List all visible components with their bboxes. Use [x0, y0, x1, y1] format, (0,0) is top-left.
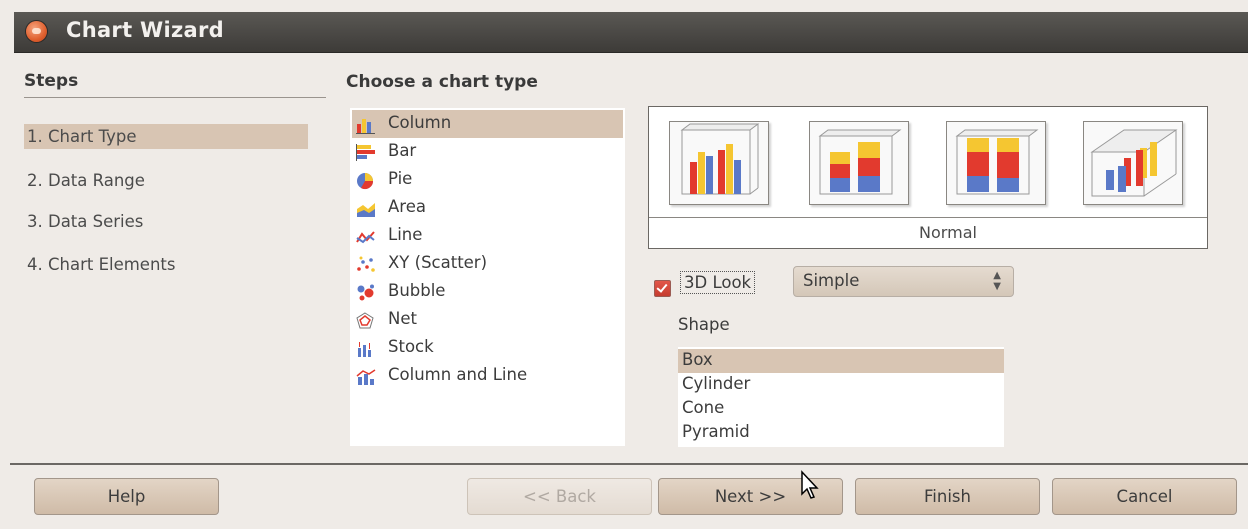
bar-chart-icon: [356, 144, 375, 161]
title-bar: Chart Wizard: [14, 12, 1248, 53]
chart-type-column-and-line[interactable]: Column and Line: [352, 362, 623, 390]
spin-arrows-icon: ▲ ▼: [993, 270, 1001, 292]
help-button[interactable]: Help: [34, 478, 219, 515]
mouse-cursor-icon: [801, 470, 819, 499]
variant-percent-stacked[interactable]: [946, 121, 1046, 205]
variant-normal[interactable]: [669, 121, 769, 205]
chart-type-area[interactable]: Area: [352, 194, 623, 222]
chart-type-scatter[interactable]: XY (Scatter): [352, 250, 623, 278]
shape-option-pyramid[interactable]: Pyramid: [678, 421, 1004, 445]
shape-option-cylinder[interactable]: Cylinder: [678, 373, 1004, 397]
chart-type-list: Column Bar Pie Area Line XY (Scatter) Bu…: [350, 108, 625, 446]
3d-look-checkbox[interactable]: [654, 280, 671, 297]
chart-type-column[interactable]: Column: [352, 110, 623, 138]
step-data-range[interactable]: 2. Data Range: [24, 168, 308, 193]
step-chart-type[interactable]: 1. Chart Type: [24, 124, 308, 149]
bubble-chart-icon: [357, 284, 374, 301]
3d-look-combo-value: Simple: [803, 271, 860, 290]
chart-type-heading: Choose a chart type: [346, 72, 538, 92]
shape-list: Box Cylinder Cone Pyramid: [678, 347, 1004, 447]
3d-look-label[interactable]: 3D Look: [680, 271, 756, 294]
cancel-button[interactable]: Cancel: [1052, 478, 1237, 515]
pie-chart-icon: [357, 173, 374, 190]
back-button[interactable]: << Back: [467, 478, 652, 515]
scatter-chart-icon: [357, 256, 375, 272]
stock-chart-icon: [358, 342, 371, 357]
net-chart-icon: [356, 312, 374, 329]
chart-type-pie[interactable]: Pie: [352, 166, 623, 194]
window-title: Chart Wizard: [66, 18, 224, 42]
deep-column-icon: [1090, 129, 1178, 197]
percent-stacked-column-icon: [955, 129, 1039, 195]
steps-divider: [24, 97, 326, 98]
step-chart-elements[interactable]: 4. Chart Elements: [24, 252, 308, 277]
step-data-series[interactable]: 3. Data Series: [24, 209, 308, 234]
variant-name: Normal: [649, 217, 1207, 247]
variant-stacked[interactable]: [809, 121, 909, 205]
finish-button[interactable]: Finish: [855, 478, 1040, 515]
steps-heading: Steps: [24, 71, 79, 91]
3d-look-combo[interactable]: Simple ▲ ▼: [793, 266, 1014, 297]
variant-deep[interactable]: [1083, 121, 1183, 205]
chart-type-stock[interactable]: Stock: [352, 334, 623, 362]
shape-label: Shape: [678, 315, 730, 334]
shape-option-box[interactable]: Box: [678, 349, 1004, 373]
close-icon[interactable]: [26, 21, 47, 42]
footer-divider: [10, 463, 1248, 465]
chart-type-net[interactable]: Net: [352, 306, 623, 334]
chart-type-line[interactable]: Line: [352, 222, 623, 250]
chart-type-bubble[interactable]: Bubble: [352, 278, 623, 306]
normal-column-icon: [680, 123, 760, 195]
chart-type-bar[interactable]: Bar: [352, 138, 623, 166]
line-chart-icon: [356, 231, 375, 244]
area-chart-icon: [357, 203, 375, 217]
column-line-chart-icon: [356, 369, 376, 385]
shape-option-cone[interactable]: Cone: [678, 397, 1004, 421]
column-chart-icon: [356, 119, 375, 134]
chart-variant-panel: Normal: [648, 106, 1208, 249]
stacked-column-icon: [818, 129, 902, 195]
